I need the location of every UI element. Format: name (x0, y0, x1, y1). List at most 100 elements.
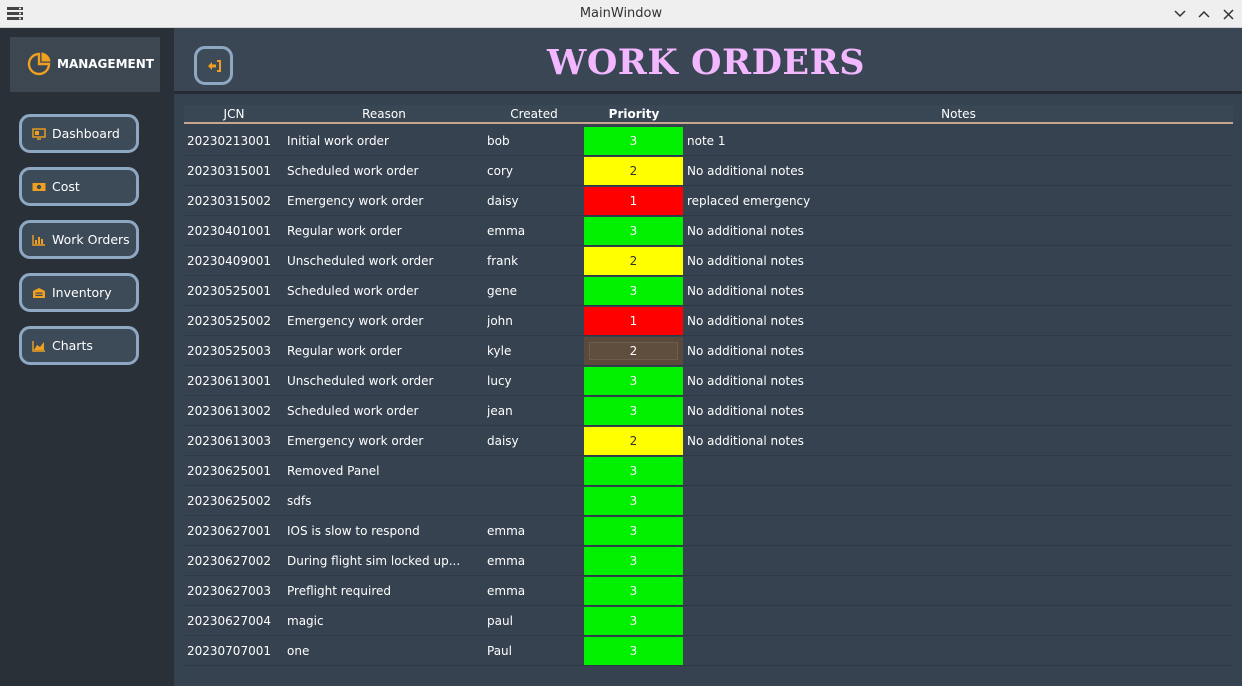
cell-reason: Scheduled work order (287, 404, 419, 418)
cell-priority: 3 (584, 547, 683, 575)
cell-notes (687, 516, 1227, 546)
table-row[interactable]: 20230525002 Emergency work order john 1 No a… (184, 306, 1233, 336)
priority-value: 3 (629, 404, 638, 418)
table-row[interactable]: 20230627003 Preflight required emma 3 (184, 576, 1233, 606)
minimize-button[interactable] (1170, 4, 1190, 24)
page-header: WORK ORDERS (174, 28, 1242, 94)
cell-jcn: 20230525002 (187, 314, 271, 328)
cell-jcn: 20230525001 (187, 284, 271, 298)
window-titlebar: MainWindow (0, 0, 1242, 28)
cell-reason: one (287, 644, 310, 658)
cell-created: paul (487, 614, 513, 628)
sidebar-item-dashboard[interactable]: Dashboard (19, 114, 139, 153)
sidebar-item-label: Charts (52, 338, 93, 353)
table-row[interactable]: 20230613001 Unscheduled work order lucy 3 No… (184, 366, 1233, 396)
sidebar-item-inventory[interactable]: Inventory (19, 273, 139, 312)
cell-reason: Emergency work order (287, 434, 424, 448)
cell-reason: Scheduled work order (287, 284, 419, 298)
cell-jcn: 20230627004 (187, 614, 271, 628)
cell-notes: replaced emergency (687, 194, 811, 208)
cell-reason: Unscheduled work order (287, 254, 434, 268)
cell-priority: 3 (584, 397, 683, 425)
table-row[interactable]: 20230525003 Regular work order kyle 2 No add… (184, 336, 1233, 366)
cell-jcn: 20230315001 (187, 164, 271, 178)
table-row[interactable]: 20230625002 sdfs 3 (184, 486, 1233, 516)
cell-jcn: 20230213001 (187, 134, 271, 148)
cell-jcn: 20230409001 (187, 254, 271, 268)
cell-notes: No additional notes (687, 404, 804, 418)
table-row[interactable]: 20230625001 Removed Panel 3 (184, 456, 1233, 486)
cell-priority: 1 (584, 307, 683, 335)
cell-priority: 3 (584, 607, 683, 635)
priority-value: 1 (629, 194, 638, 208)
cell-reason: Regular work order (287, 344, 402, 358)
sidebar-item-cost[interactable]: Cost (19, 167, 139, 206)
column-header-jcn[interactable]: JCN (184, 107, 284, 121)
cell-reason: magic (287, 614, 324, 628)
cell-created: emma (487, 584, 526, 598)
work-orders-table: JCN Reason Created Priority Notes 202302… (184, 105, 1233, 680)
chevron-down-icon (1174, 10, 1186, 18)
cell-reason: Scheduled work order (287, 164, 419, 178)
table-row[interactable]: 20230409001 Unscheduled work order frank 2 N… (184, 246, 1233, 276)
cell-jcn: 20230525003 (187, 344, 271, 358)
cell-priority: 2 (584, 337, 683, 365)
cell-priority: 3 (584, 517, 683, 545)
cell-reason: During flight sim locked up... (287, 554, 461, 568)
cell-reason: Emergency work order (287, 194, 424, 208)
priority-value: 2 (629, 344, 638, 358)
priority-value: 3 (629, 614, 638, 628)
brand-label: MANAGEMENT (57, 57, 154, 71)
table-row[interactable]: 20230213001 Initial work order bob 3 note 1 (184, 126, 1233, 156)
maximize-button[interactable] (1194, 4, 1214, 24)
table-row[interactable]: 20230525001 Scheduled work order gene 3 No a… (184, 276, 1233, 306)
cell-notes: No additional notes (687, 254, 804, 268)
cell-notes (687, 576, 1227, 606)
column-header-created[interactable]: Created (484, 107, 584, 121)
sidebar-item-label: Inventory (52, 285, 112, 300)
table-row[interactable]: 20230627001 IOS is slow to respond emma 3 (184, 516, 1233, 546)
priority-value: 3 (629, 284, 638, 298)
table-row[interactable]: 20230315002 Emergency work order daisy 1 rep… (184, 186, 1233, 216)
column-header-priority[interactable]: Priority (584, 107, 684, 121)
main-panel: WORK ORDERS JCN Reason Created Priority … (174, 28, 1242, 686)
cell-created: emma (487, 224, 526, 238)
cell-reason: Emergency work order (287, 314, 424, 328)
priority-value: 3 (629, 644, 638, 658)
priority-value: 3 (629, 584, 638, 598)
table-row[interactable]: 20230707001 one Paul 3 (184, 636, 1233, 666)
cell-created (487, 486, 582, 516)
sidebar-item-label: Dashboard (52, 126, 120, 141)
sidebar-item-charts[interactable]: Charts (19, 326, 139, 365)
cell-notes (687, 456, 1227, 486)
priority-value: 3 (629, 374, 638, 388)
table-row[interactable]: 20230315001 Scheduled work order cory 2 No a… (184, 156, 1233, 186)
cell-notes (687, 546, 1227, 576)
cell-created: daisy (487, 434, 519, 448)
priority-value: 2 (629, 164, 638, 178)
table-row[interactable]: 20230627004 magic paul 3 (184, 606, 1233, 636)
cell-created: daisy (487, 194, 519, 208)
cell-notes: No additional notes (687, 434, 804, 448)
sidebar-item-work-orders[interactable]: Work Orders (19, 220, 139, 259)
cell-created (487, 456, 582, 486)
table-row[interactable]: 20230627002 During flight sim locked up..… (184, 546, 1233, 576)
close-button[interactable] (1218, 4, 1238, 24)
cell-notes (687, 486, 1227, 516)
table-row[interactable]: 20230613003 Emergency work order daisy 2 No … (184, 426, 1233, 456)
column-header-notes[interactable]: Notes (684, 107, 1233, 121)
cell-priority: 3 (584, 577, 683, 605)
table-row[interactable]: 20230401001 Regular work order emma 3 No add… (184, 216, 1233, 246)
priority-value: 3 (629, 494, 638, 508)
cell-jcn: 20230627003 (187, 584, 271, 598)
cell-created: Paul (487, 644, 512, 658)
cell-notes: No additional notes (687, 164, 804, 178)
cell-notes: No additional notes (687, 374, 804, 388)
pie-chart-icon (27, 52, 51, 76)
priority-value: 1 (629, 314, 638, 328)
table-row[interactable]: 20230613002 Scheduled work order jean 3 No a… (184, 396, 1233, 426)
priority-value: 3 (629, 134, 638, 148)
column-header-reason[interactable]: Reason (284, 107, 484, 121)
cell-priority: 2 (584, 157, 683, 185)
cell-created: john (487, 314, 513, 328)
